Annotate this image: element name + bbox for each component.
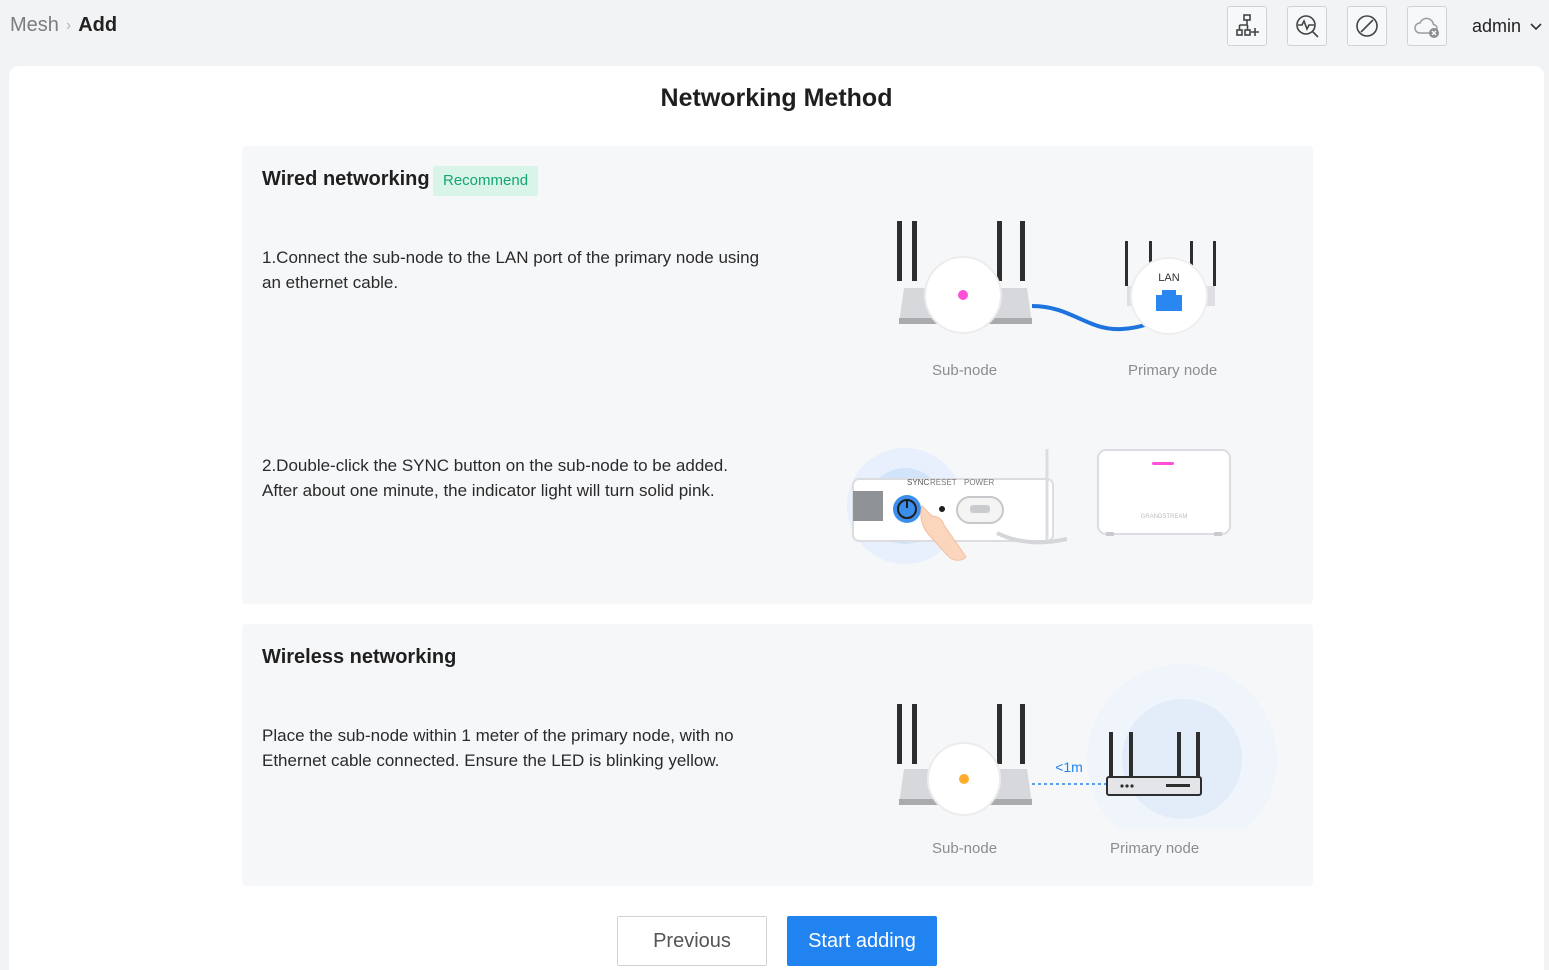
sync-button-illustration: SYNC RESET POWER [847,448,1067,564]
breadcrumb-current: Add [78,14,118,36]
network-add-button[interactable] [1227,6,1267,46]
wired-step-2-line-2: After about one minute, the indicator li… [262,481,715,500]
sync-label: SYNC [907,478,929,487]
username: admin [1472,16,1522,36]
top-bar: Mesh › Add admin [0,0,1549,54]
network-add-icon [1236,14,1259,36]
device-brand-label: GRANDSTREAM [1141,514,1188,520]
cloud-offline-icon [1414,17,1439,38]
primary-node-router-image [1125,241,1216,335]
wired-networking-title: Wired networking [262,168,430,190]
breadcrumb-mesh-link[interactable]: Mesh [10,14,59,37]
wireless-subnode-caption: Sub-node [932,840,998,857]
header-toolbar [1227,6,1447,46]
diagnose-icon [1296,15,1319,38]
wireless-subnode-router-image [897,704,1032,816]
wired-subnode-caption: Sub-node [932,362,998,379]
wireless-networking-panel: Wireless networking Place the sub-node w… [242,624,1313,886]
wireless-description: Place the sub-node within 1 meter of the… [262,726,734,770]
wired-step-2-line-1: 2.Double-click the SYNC button on the su… [262,456,728,475]
disable-icon [1356,15,1378,37]
wireless-connection-illustration: <1m [897,664,1277,829]
page-title: Networking Method [660,84,893,112]
previous-button[interactable]: Previous [617,916,767,966]
lan-port-label: LAN [1158,272,1179,284]
wired-step-1-text: 1.Connect the sub-node to the LAN port o… [262,248,760,292]
wireless-networking-title: Wireless networking [262,646,457,668]
recommend-badge: Recommend [433,166,539,196]
breadcrumb: Mesh › Add [10,14,117,37]
breadcrumb-separator: › [65,16,72,34]
main-card: Networking Method Wired networking Recom… [9,66,1544,970]
distance-label: <1m [1055,759,1083,775]
wired-primary-caption: Primary node [1128,362,1218,379]
wired-connection-illustration: LAN [897,221,1216,335]
chevron-down-icon [1530,22,1542,30]
start-adding-button[interactable]: Start adding [787,916,937,966]
power-label: POWER [964,478,994,487]
cloud-status-button[interactable] [1407,6,1447,46]
grandstream-device-image: GRANDSTREAM [1097,449,1231,536]
user-menu[interactable]: admin [1472,16,1543,37]
disable-button[interactable] [1347,6,1387,46]
subnode-router-image [897,221,1032,334]
wired-networking-panel: Wired networking Recommend 1.Connect the… [242,146,1313,604]
diagnose-button[interactable] [1287,6,1327,46]
reset-label: RESET [930,478,957,487]
wireless-primary-caption: Primary node [1110,840,1200,857]
